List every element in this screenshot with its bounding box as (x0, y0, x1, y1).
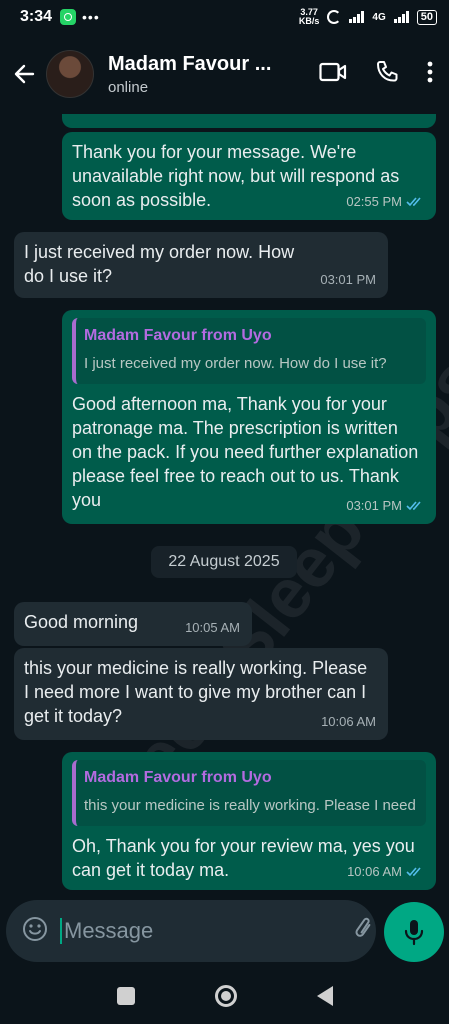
signal-icon (349, 11, 365, 23)
message-bubble-outgoing[interactable]: Madam Favour from Uyo I just received my… (62, 310, 436, 524)
quote-author: Madam Favour from Uyo (84, 769, 272, 786)
avatar[interactable] (46, 50, 94, 98)
chat-header: Madam Favour ... online (0, 34, 449, 114)
sync-icon (327, 10, 342, 24)
read-receipt-icon (406, 867, 421, 877)
more-options-icon[interactable] (427, 61, 433, 88)
message-meta: 10:06 AM (347, 860, 424, 884)
contact-info[interactable]: Madam Favour ... online (108, 53, 319, 96)
message-meta: 03:01 PM (346, 494, 424, 518)
message-time: 10:05 AM (185, 620, 240, 635)
message-meta: 02:55 PM (346, 190, 424, 214)
phone-call-icon[interactable] (375, 60, 399, 89)
microphone-button[interactable] (384, 902, 444, 962)
quote-text: this your medicine is really working. Pl… (84, 797, 416, 814)
recent-apps-icon[interactable] (116, 987, 135, 1005)
status-bar: 3:34 ••• 3.77 KB/s 4G 50 (0, 0, 449, 34)
quote-text: I just received my order now. How do I u… (84, 355, 387, 372)
message-meta: 10:06 AM (321, 710, 376, 734)
message-bubble-incoming[interactable]: I just received my order now. How do I u… (14, 232, 388, 298)
microphone-icon (404, 920, 424, 946)
home-icon[interactable] (214, 985, 237, 1007)
attachment-icon[interactable] (352, 916, 376, 947)
chat-area[interactable]: Deep Sleep Capsules Thank you for your m… (0, 114, 449, 900)
partial-message-bubble (62, 114, 436, 128)
message-bubble-incoming[interactable]: this your medicine is really working. Pl… (14, 648, 388, 740)
back-icon[interactable] (316, 986, 333, 1006)
video-call-icon[interactable] (319, 61, 347, 88)
network-type: 4G (372, 11, 386, 23)
message-bubble-outgoing[interactable]: Thank you for your message. We're unavai… (62, 132, 436, 220)
message-input-container (6, 900, 420, 962)
read-receipt-icon (406, 197, 421, 207)
message-meta: 03:01 PM (320, 268, 376, 292)
message-bubble-outgoing[interactable]: Madam Favour from Uyo this your medicine… (62, 752, 436, 890)
message-time: 10:06 AM (321, 714, 376, 729)
system-navigation-bar (0, 968, 449, 1024)
contact-status: online (108, 78, 149, 96)
message-time: 10:06 AM (347, 864, 402, 879)
message-input[interactable] (60, 918, 352, 944)
network-speed: 3.77 KB/s (299, 8, 320, 26)
quoted-message[interactable]: Madam Favour from Uyo this your medicine… (72, 760, 426, 826)
message-bubble-incoming[interactable]: Good morning 10:05 AM (14, 602, 252, 646)
message-time: 03:01 PM (320, 272, 376, 287)
contact-name: Madam Favour ... (108, 52, 272, 75)
quote-author: Madam Favour from Uyo (84, 327, 272, 344)
more-notifications-icon: ••• (82, 9, 100, 25)
network-speed-unit: KB/s (298, 16, 320, 26)
back-arrow-icon[interactable] (10, 60, 38, 88)
message-time: 03:01 PM (346, 498, 402, 513)
message-input-bar (0, 900, 449, 964)
read-receipt-icon (406, 501, 421, 511)
signal-icon-2 (393, 11, 409, 23)
date-separator: 22 August 2025 (151, 546, 297, 578)
message-time: 02:55 PM (346, 194, 402, 209)
battery-icon: 50 (416, 9, 437, 25)
emoji-icon[interactable] (22, 916, 48, 947)
quoted-message[interactable]: Madam Favour from Uyo I just received my… (72, 318, 426, 384)
status-time: 3:34 (20, 8, 53, 25)
message-meta: 10:05 AM (185, 616, 240, 640)
whatsapp-notification-icon (60, 9, 77, 25)
